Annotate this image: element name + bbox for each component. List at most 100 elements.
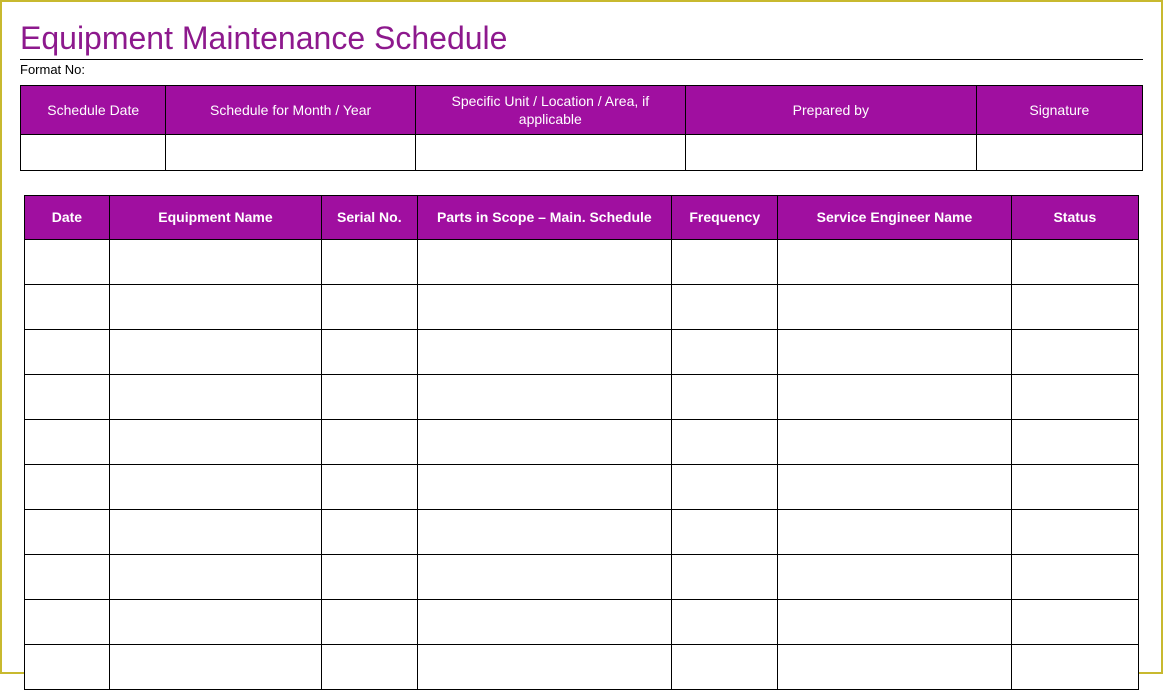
table-cell[interactable] (417, 329, 672, 374)
table-cell[interactable] (1011, 329, 1138, 374)
table-cell[interactable] (25, 329, 110, 374)
main-header-equipment-name: Equipment Name (109, 196, 321, 239)
table-cell[interactable] (417, 374, 672, 419)
table-cell[interactable] (322, 464, 417, 509)
table-cell[interactable] (1011, 374, 1138, 419)
table-cell[interactable] (417, 284, 672, 329)
table-row (25, 419, 1139, 464)
table-cell[interactable] (778, 509, 1011, 554)
table-cell[interactable] (1011, 644, 1138, 689)
table-cell[interactable] (25, 644, 110, 689)
table-cell[interactable] (778, 599, 1011, 644)
table-row (25, 464, 1139, 509)
table-cell[interactable] (322, 599, 417, 644)
main-header-serial-no: Serial No. (322, 196, 417, 239)
table-cell[interactable] (672, 419, 778, 464)
table-cell[interactable] (672, 284, 778, 329)
table-row (25, 239, 1139, 284)
meta-cell-schedule-date[interactable] (21, 135, 166, 171)
table-cell[interactable] (25, 599, 110, 644)
table-cell[interactable] (417, 509, 672, 554)
meta-cell-signature[interactable] (976, 135, 1142, 171)
table-row (25, 509, 1139, 554)
meta-cell-prepared-by[interactable] (685, 135, 976, 171)
main-header-frequency: Frequency (672, 196, 778, 239)
table-cell[interactable] (672, 329, 778, 374)
main-table-body (25, 239, 1139, 689)
table-cell[interactable] (109, 329, 321, 374)
table-cell[interactable] (672, 239, 778, 284)
main-header-row: Date Equipment Name Serial No. Parts in … (25, 196, 1139, 239)
table-cell[interactable] (778, 464, 1011, 509)
table-cell[interactable] (25, 554, 110, 599)
table-cell[interactable] (417, 419, 672, 464)
table-cell[interactable] (322, 419, 417, 464)
table-cell[interactable] (417, 239, 672, 284)
table-cell[interactable] (25, 464, 110, 509)
table-cell[interactable] (778, 419, 1011, 464)
table-cell[interactable] (109, 464, 321, 509)
table-cell[interactable] (1011, 284, 1138, 329)
table-row (25, 599, 1139, 644)
meta-value-row (21, 135, 1143, 171)
table-row (25, 284, 1139, 329)
table-cell[interactable] (109, 599, 321, 644)
table-row (25, 644, 1139, 689)
table-cell[interactable] (25, 419, 110, 464)
table-cell[interactable] (417, 554, 672, 599)
table-cell[interactable] (778, 284, 1011, 329)
table-cell[interactable] (1011, 509, 1138, 554)
table-cell[interactable] (322, 329, 417, 374)
table-cell[interactable] (672, 509, 778, 554)
meta-header-unit-location: Specific Unit / Location / Area, if appl… (415, 86, 685, 135)
table-cell[interactable] (25, 509, 110, 554)
table-cell[interactable] (1011, 239, 1138, 284)
table-cell[interactable] (778, 329, 1011, 374)
main-header-status: Status (1011, 196, 1138, 239)
table-cell[interactable] (778, 239, 1011, 284)
table-row (25, 329, 1139, 374)
meta-header-signature: Signature (976, 86, 1142, 135)
format-number-label: Format No: (20, 62, 1143, 77)
table-cell[interactable] (322, 509, 417, 554)
table-cell[interactable] (322, 284, 417, 329)
table-cell[interactable] (109, 509, 321, 554)
table-cell[interactable] (778, 554, 1011, 599)
table-cell[interactable] (322, 239, 417, 284)
table-cell[interactable] (109, 284, 321, 329)
table-cell[interactable] (322, 554, 417, 599)
meta-cell-schedule-month-year[interactable] (166, 135, 415, 171)
meta-header-schedule-date: Schedule Date (21, 86, 166, 135)
table-cell[interactable] (109, 419, 321, 464)
title-divider (20, 59, 1143, 60)
table-cell[interactable] (322, 374, 417, 419)
table-cell[interactable] (1011, 554, 1138, 599)
table-cell[interactable] (672, 374, 778, 419)
table-cell[interactable] (109, 554, 321, 599)
table-cell[interactable] (25, 374, 110, 419)
table-cell[interactable] (778, 644, 1011, 689)
table-cell[interactable] (109, 644, 321, 689)
main-header-parts-scope: Parts in Scope – Main. Schedule (417, 196, 672, 239)
table-cell[interactable] (672, 464, 778, 509)
table-cell[interactable] (1011, 464, 1138, 509)
table-cell[interactable] (109, 239, 321, 284)
table-cell[interactable] (322, 644, 417, 689)
meta-header-row: Schedule Date Schedule for Month / Year … (21, 86, 1143, 135)
table-cell[interactable] (417, 599, 672, 644)
meta-cell-unit-location[interactable] (415, 135, 685, 171)
table-cell[interactable] (672, 554, 778, 599)
table-cell[interactable] (25, 284, 110, 329)
table-cell[interactable] (1011, 419, 1138, 464)
meta-header-schedule-month-year: Schedule for Month / Year (166, 86, 415, 135)
table-row (25, 374, 1139, 419)
table-cell[interactable] (417, 644, 672, 689)
table-cell[interactable] (109, 374, 321, 419)
table-cell[interactable] (672, 599, 778, 644)
table-cell[interactable] (25, 239, 110, 284)
table-cell[interactable] (417, 464, 672, 509)
table-cell[interactable] (672, 644, 778, 689)
table-cell[interactable] (778, 374, 1011, 419)
main-header-date: Date (25, 196, 110, 239)
table-cell[interactable] (1011, 599, 1138, 644)
